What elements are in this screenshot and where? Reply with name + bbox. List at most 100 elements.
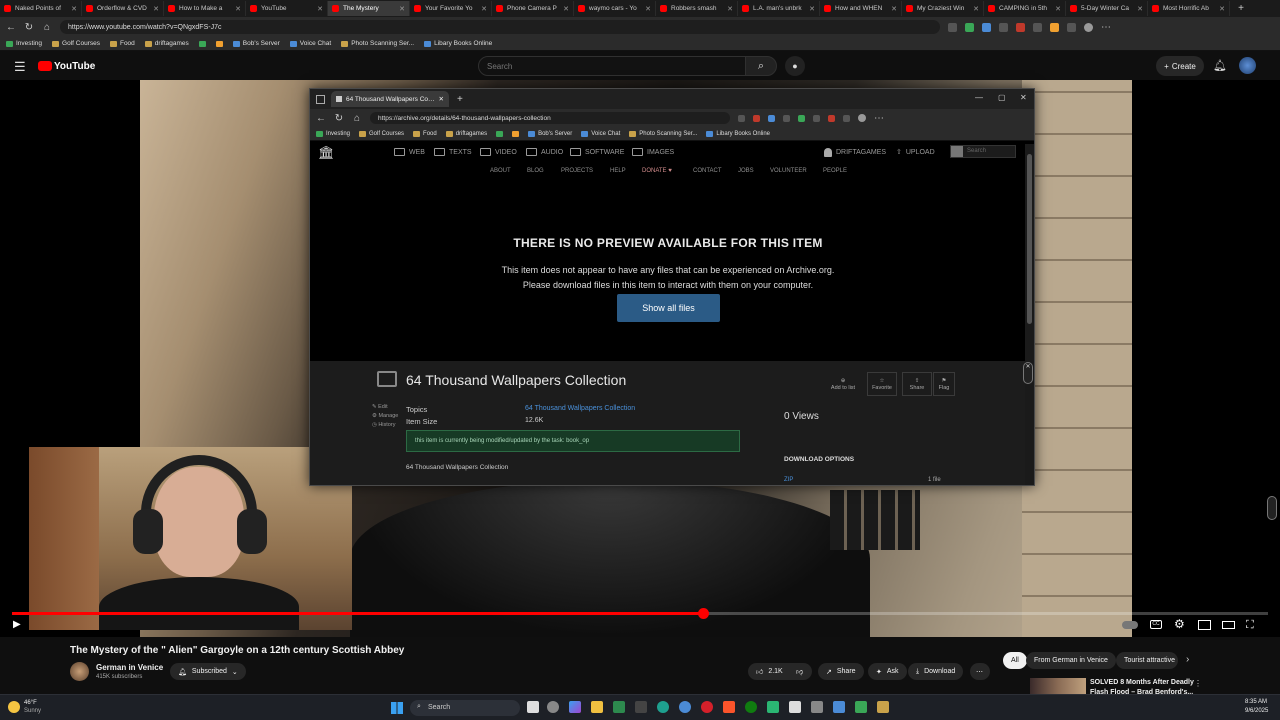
close-icon[interactable]: ✕ xyxy=(809,5,815,13)
extension-icon[interactable] xyxy=(1033,22,1042,32)
bookmark-item[interactable]: Food xyxy=(109,40,135,47)
more-dots-icon[interactable]: ⋮ xyxy=(1194,679,1202,688)
popup-scrollbar[interactable] xyxy=(1025,144,1034,485)
close-icon[interactable]: ✕ xyxy=(645,5,651,13)
bookmark-item[interactable]: driftagames xyxy=(445,130,487,137)
bookmark-item[interactable]: Photo Scanning Ser... xyxy=(629,130,697,137)
close-icon[interactable]: ✕ xyxy=(891,5,897,13)
reload-icon[interactable]: ↻ xyxy=(24,22,34,33)
close-icon[interactable]: ✕ xyxy=(235,5,241,13)
nav-video[interactable]: VIDEO xyxy=(480,148,517,156)
upload-button[interactable]: ⇧ UPLOAD xyxy=(896,148,935,157)
taskbar-search[interactable]: ⌕ Search xyxy=(410,700,520,716)
browser-tab[interactable]: L.A. man's unbrk ✕ xyxy=(738,1,820,16)
miniplayer-toggle-icon[interactable] xyxy=(1122,621,1138,629)
nav-volunteer[interactable]: VOLUNTEER xyxy=(770,168,807,174)
download-button[interactable]: ⤓ Download xyxy=(908,663,964,680)
extension-icon[interactable] xyxy=(1016,22,1025,32)
bookmark-item[interactable]: Investing xyxy=(6,40,42,47)
profile-avatar-icon[interactable] xyxy=(1084,22,1093,32)
opera-icon[interactable] xyxy=(701,701,713,713)
extension-icon[interactable] xyxy=(1067,22,1076,32)
extension-icon[interactable] xyxy=(982,22,991,32)
add-to-list-button[interactable]: ⊕ Add to list xyxy=(828,372,858,396)
app-icon[interactable] xyxy=(833,701,845,713)
browser-tab[interactable]: Most Horrific Ab ✕ xyxy=(1148,1,1230,16)
popup-tab[interactable]: 64 Thousand Wallpapers Collecti ✕ xyxy=(331,91,449,107)
bookmark-item[interactable]: Photo Scanning Ser... xyxy=(341,40,414,47)
manage-link[interactable]: ⚙ Manage xyxy=(372,413,398,419)
back-icon[interactable]: ← xyxy=(6,22,16,33)
favorite-button[interactable]: ☆ Favorite xyxy=(867,372,897,396)
chip-all[interactable]: All xyxy=(1003,652,1027,669)
nav-texts[interactable]: TEXTS xyxy=(434,148,472,156)
app-icon[interactable] xyxy=(767,701,779,713)
bookmark-item[interactable]: Bob's Server xyxy=(528,130,572,137)
bookmark-item[interactable]: Food xyxy=(413,130,437,137)
nav-help[interactable]: HELP xyxy=(610,168,626,174)
menu-dots-icon[interactable]: ⋯ xyxy=(1101,22,1111,33)
nav-about[interactable]: ABOUT xyxy=(490,168,511,174)
bookmark-item[interactable] xyxy=(512,130,520,137)
close-icon[interactable]: ✕ xyxy=(153,5,159,13)
extension-icon[interactable] xyxy=(1050,22,1059,32)
scrubber-handle[interactable] xyxy=(697,608,709,619)
extension-icon[interactable] xyxy=(783,114,790,122)
browser-tab[interactable]: YouTube ✕ xyxy=(246,1,328,16)
youtube-logo-text[interactable]: YouTube xyxy=(54,61,95,72)
extension-icon[interactable] xyxy=(753,114,760,122)
nav-audio[interactable]: AUDIO xyxy=(526,148,563,156)
fullscreen-icon[interactable]: ⛶ xyxy=(1246,619,1254,632)
more-actions-button[interactable]: ⋯ xyxy=(970,663,990,680)
close-icon[interactable]: ✕ xyxy=(439,95,444,103)
file-explorer-icon[interactable] xyxy=(591,701,603,713)
bookmark-item[interactable]: driftagames xyxy=(144,40,189,47)
ask-button[interactable]: ✦ Ask xyxy=(868,663,907,680)
chip-from-channel[interactable]: From German in Venice xyxy=(1026,652,1116,669)
maximize-icon[interactable]: ▢ xyxy=(998,93,1006,102)
close-icon[interactable]: ✕ xyxy=(1023,362,1033,384)
browser-tab[interactable]: How to Make a ✕ xyxy=(164,1,246,16)
xbox-icon[interactable] xyxy=(745,701,757,713)
browser-tab[interactable]: Your Favorite Yo ✕ xyxy=(410,1,492,16)
browser-tab[interactable]: Naked Points of ✕ xyxy=(0,1,82,16)
home-icon[interactable]: ⌂ xyxy=(42,22,52,33)
browser-tab[interactable]: 5-Day Winter Ca ✕ xyxy=(1066,1,1148,16)
terminal-icon[interactable] xyxy=(635,701,647,713)
channel-avatar[interactable] xyxy=(70,662,89,681)
extension-icon[interactable] xyxy=(999,22,1008,32)
close-icon[interactable]: ✕ xyxy=(317,5,323,13)
new-tab-icon[interactable]: + xyxy=(457,94,463,105)
nav-donate[interactable]: DONATE ♥ xyxy=(642,168,672,174)
miniplayer-icon[interactable] xyxy=(1198,620,1211,630)
search-button[interactable]: ⌕ xyxy=(745,56,777,76)
browser-tab[interactable]: Phone Camera P ✕ xyxy=(492,1,574,16)
nav-people[interactable]: PEOPLE xyxy=(823,168,847,174)
edge-icon[interactable] xyxy=(657,701,669,713)
nav-projects[interactable]: PROJECTS xyxy=(561,168,593,174)
close-icon[interactable]: ✕ xyxy=(481,5,487,13)
flag-button[interactable]: ⚑ Flag xyxy=(933,372,955,396)
extension-icon[interactable] xyxy=(798,114,805,122)
youtube-logo-icon[interactable] xyxy=(38,61,52,71)
bookmark-item[interactable]: Voice Chat xyxy=(581,130,620,137)
bookmark-item[interactable] xyxy=(215,40,223,47)
extension-icon[interactable] xyxy=(738,114,745,122)
bookmark-item[interactable]: Investing xyxy=(316,130,350,137)
video-progress-bar[interactable] xyxy=(12,608,1268,619)
close-icon[interactable]: ✕ xyxy=(71,5,77,13)
close-window-icon[interactable]: ✕ xyxy=(1020,93,1027,102)
share-button[interactable]: ⇪ Share xyxy=(902,372,932,396)
extension-icon[interactable] xyxy=(843,114,850,122)
menu-dots-icon[interactable]: ⋯ xyxy=(874,113,884,124)
settings-app-icon[interactable] xyxy=(547,701,559,713)
profile-avatar-icon[interactable] xyxy=(858,114,866,122)
browser-tab[interactable]: Orderflow & CVD ✕ xyxy=(82,1,164,16)
edit-link[interactable]: ✎ Edit xyxy=(372,404,388,410)
nav-jobs[interactable]: JOBS xyxy=(738,168,754,174)
bookmark-item[interactable]: Golf Courses xyxy=(359,130,404,137)
browser-tab[interactable]: CAMPING in 5th ✕ xyxy=(984,1,1066,16)
copilot-icon[interactable] xyxy=(569,701,581,713)
channel-name[interactable]: German in Venice xyxy=(96,663,163,672)
app-icon[interactable] xyxy=(811,701,823,713)
